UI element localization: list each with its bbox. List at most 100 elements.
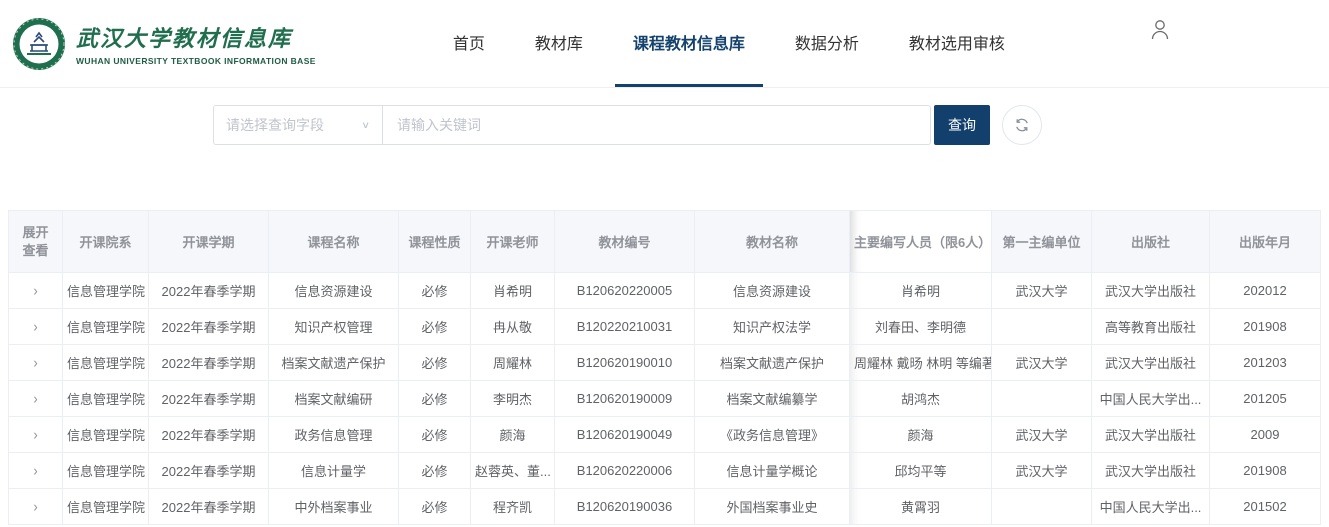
cell-publisher: 武汉大学出版社: [1092, 453, 1210, 489]
header-authors: 主要编写人员（限6人）: [850, 211, 992, 273]
expand-row-icon[interactable]: ›: [33, 498, 37, 515]
expand-row-icon[interactable]: ›: [33, 462, 37, 479]
nav-item-course-textbook-info[interactable]: 课程教材信息库: [615, 0, 763, 87]
cell-course: 信息计量学: [269, 453, 399, 489]
cell-date: 2009: [1210, 417, 1321, 453]
header-expand: 展开 查看: [9, 211, 63, 273]
cell-authors: 邱均平等: [850, 453, 992, 489]
cell-code: B120620190010: [555, 345, 695, 381]
header-publisher: 出版社: [1092, 211, 1210, 273]
table-header: 展开 查看 开课院系 开课学期 课程名称 课程性质 开课老师 教材编号 教材名称…: [9, 211, 1321, 273]
header-semester: 开课学期: [149, 211, 269, 273]
header-expand-line1: 展开: [13, 224, 58, 242]
cell-course: 信息资源建设: [269, 273, 399, 309]
cell-teacher: 颜海: [471, 417, 555, 453]
cell-semester: 2022年春季学期: [149, 273, 269, 309]
brand-title-en: WUHAN UNIVERSITY TEXTBOOK INFORMATION BA…: [76, 56, 316, 66]
expand-row-icon[interactable]: ›: [33, 318, 37, 335]
cell-type: 必修: [399, 489, 471, 525]
nav-item-textbook-review[interactable]: 教材选用审核: [891, 0, 1023, 87]
cell-book: 信息资源建设: [695, 273, 850, 309]
cell-authors: 肖希明: [850, 273, 992, 309]
expand-row-icon[interactable]: ›: [33, 354, 37, 371]
expand-cell: ›: [9, 309, 63, 345]
cell-publisher: 高等教育出版社: [1092, 309, 1210, 345]
cell-type: 必修: [399, 345, 471, 381]
cell-publisher: 中国人民大学出...: [1092, 381, 1210, 417]
course-textbook-table: 展开 查看 开课院系 开课学期 课程名称 课程性质 开课老师 教材编号 教材名称…: [8, 210, 1321, 525]
cell-publisher: 中国人民大学出...: [1092, 489, 1210, 525]
cell-authors: 周耀林 戴旸 林明 等编著: [850, 345, 992, 381]
cell-code: B120620190049: [555, 417, 695, 453]
table-body: ›信息管理学院2022年春季学期信息资源建设必修肖希明B120620220005…: [9, 273, 1321, 525]
cell-book: 档案文献遗产保护: [695, 345, 850, 381]
refresh-button[interactable]: [1002, 105, 1042, 145]
user-icon[interactable]: [1149, 18, 1171, 42]
expand-cell: ›: [9, 345, 63, 381]
cell-dept: 信息管理学院: [63, 453, 149, 489]
search-bar: 请选择查询字段 ∨ 查询: [213, 105, 1329, 145]
expand-cell: ›: [9, 489, 63, 525]
expand-row-icon[interactable]: ›: [33, 426, 37, 443]
cell-type: 必修: [399, 273, 471, 309]
cell-course: 知识产权管理: [269, 309, 399, 345]
cell-authors: 颜海: [850, 417, 992, 453]
query-field-placeholder: 请选择查询字段: [226, 115, 324, 135]
cell-semester: 2022年春季学期: [149, 453, 269, 489]
expand-row-icon[interactable]: ›: [33, 282, 37, 299]
nav-item-data-analysis[interactable]: 数据分析: [777, 0, 877, 87]
cell-teacher: 李明杰: [471, 381, 555, 417]
header-textbook-name: 教材名称: [695, 211, 850, 273]
cell-course: 档案文献编研: [269, 381, 399, 417]
expand-row-icon[interactable]: ›: [33, 390, 37, 407]
table-row: ›信息管理学院2022年春季学期中外档案事业必修程齐凯B120620190036…: [9, 489, 1321, 525]
cell-date: 201205: [1210, 381, 1321, 417]
header-publish-date: 出版年月: [1210, 211, 1321, 273]
nav-item-textbook-library[interactable]: 教材库: [517, 0, 601, 87]
cell-semester: 2022年春季学期: [149, 381, 269, 417]
cell-unit: 武汉大学: [992, 345, 1092, 381]
cell-authors: 刘春田、李明德: [850, 309, 992, 345]
cell-dept: 信息管理学院: [63, 273, 149, 309]
cell-unit: [992, 309, 1092, 345]
cell-teacher: 程齐凯: [471, 489, 555, 525]
cell-course: 政务信息管理: [269, 417, 399, 453]
cell-semester: 2022年春季学期: [149, 345, 269, 381]
table-row: ›信息管理学院2022年春季学期档案文献遗产保护必修周耀林B1206201900…: [9, 345, 1321, 381]
cell-type: 必修: [399, 417, 471, 453]
university-seal-icon: [12, 17, 66, 71]
cell-date: 201502: [1210, 489, 1321, 525]
cell-dept: 信息管理学院: [63, 489, 149, 525]
cell-date: 201908: [1210, 309, 1321, 345]
cell-date: 202012: [1210, 273, 1321, 309]
cell-book: 知识产权法学: [695, 309, 850, 345]
cell-teacher: 冉从敬: [471, 309, 555, 345]
expand-cell: ›: [9, 417, 63, 453]
cell-dept: 信息管理学院: [63, 345, 149, 381]
header-dept: 开课院系: [63, 211, 149, 273]
cell-dept: 信息管理学院: [63, 309, 149, 345]
cell-semester: 2022年春季学期: [149, 309, 269, 345]
cell-teacher: 周耀林: [471, 345, 555, 381]
cell-book: 《政务信息管理》: [695, 417, 850, 453]
cell-course: 档案文献遗产保护: [269, 345, 399, 381]
cell-unit: 武汉大学: [992, 453, 1092, 489]
query-button[interactable]: 查询: [934, 105, 990, 145]
cell-publisher: 武汉大学出版社: [1092, 273, 1210, 309]
cell-type: 必修: [399, 453, 471, 489]
table-row: ›信息管理学院2022年春季学期信息资源建设必修肖希明B120620220005…: [9, 273, 1321, 309]
cell-unit: 武汉大学: [992, 273, 1092, 309]
user-area: [1149, 0, 1171, 87]
table-row: ›信息管理学院2022年春季学期信息计量学必修赵蓉英、董...B12062022…: [9, 453, 1321, 489]
header-textbook-code: 教材编号: [555, 211, 695, 273]
cell-course: 中外档案事业: [269, 489, 399, 525]
keyword-input[interactable]: [383, 105, 931, 145]
query-field-select[interactable]: 请选择查询字段 ∨: [213, 105, 383, 145]
cell-unit: [992, 489, 1092, 525]
cell-authors: 胡鸿杰: [850, 381, 992, 417]
cell-teacher: 肖希明: [471, 273, 555, 309]
nav-item-home[interactable]: 首页: [435, 0, 503, 87]
cell-semester: 2022年春季学期: [149, 489, 269, 525]
cell-type: 必修: [399, 309, 471, 345]
header-course-name: 课程名称: [269, 211, 399, 273]
